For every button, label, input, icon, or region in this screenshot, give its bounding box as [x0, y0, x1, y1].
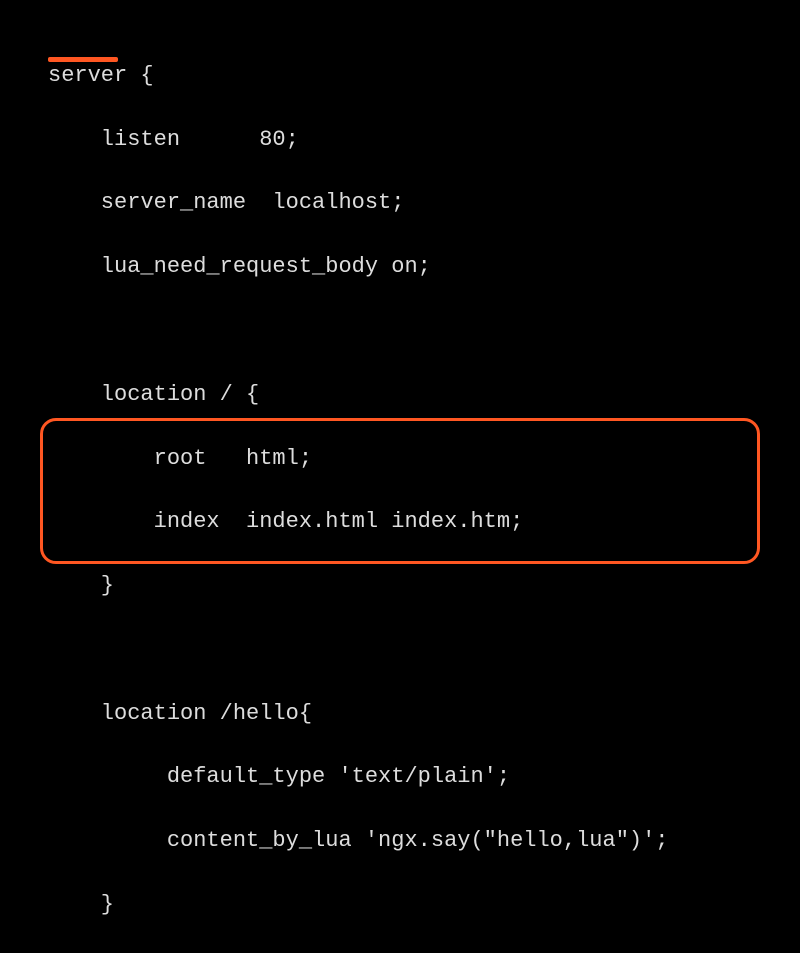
code-block: server { listen 80; server_name localhos…	[0, 0, 800, 953]
code-line: root html;	[48, 443, 800, 475]
code-line: }	[48, 889, 800, 921]
code-line: index index.html index.htm;	[48, 506, 800, 538]
code-line: lua_need_request_body on;	[48, 251, 800, 283]
code-line: server {	[48, 60, 800, 92]
code-line: listen 80;	[48, 124, 800, 156]
code-line: location /hello{	[48, 698, 800, 730]
code-line: content_by_lua 'ngx.say("hello,lua")';	[48, 825, 800, 857]
code-line: server_name localhost;	[48, 187, 800, 219]
code-line: location / {	[48, 379, 800, 411]
code-line: default_type 'text/plain';	[48, 761, 800, 793]
server-underline-marker	[48, 57, 118, 62]
code-line: }	[48, 570, 800, 602]
